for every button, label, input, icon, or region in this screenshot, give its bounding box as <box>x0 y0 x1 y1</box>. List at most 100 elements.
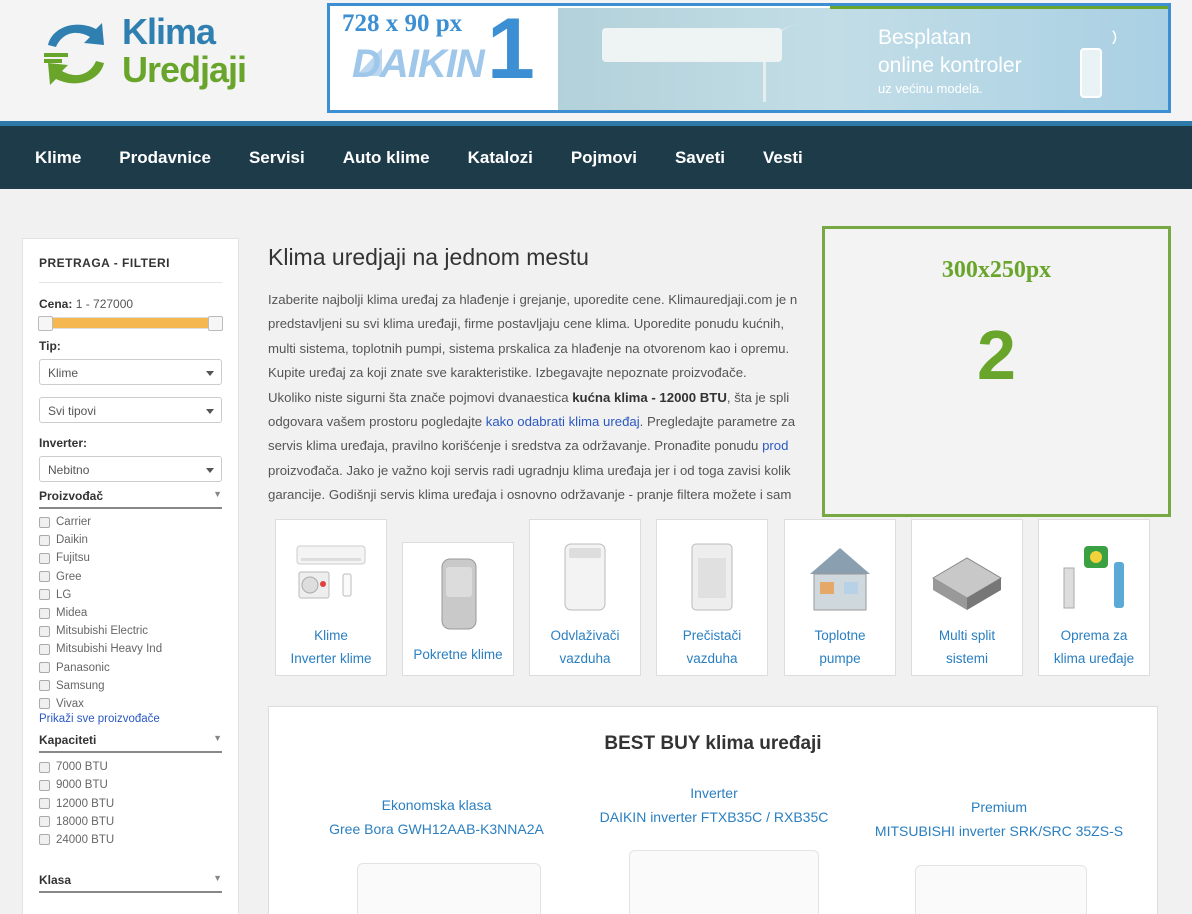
checkbox-lg[interactable]: LG <box>39 586 222 604</box>
price-range-value: 1 - 727000 <box>75 297 134 311</box>
capacity-list: 7000 BTU 9000 BTU 12000 BTU 18000 BTU 24… <box>39 758 222 849</box>
checkbox-mitsubishi-electric[interactable]: Mitsubishi Electric <box>39 622 222 640</box>
category-klime[interactable]: Klime Inverter klime <box>275 519 387 676</box>
product-image-gree[interactable] <box>357 863 541 914</box>
checkbox-18000[interactable]: 18000 BTU <box>39 813 222 831</box>
category-toplotne-pumpe[interactable]: Toplotne pumpe <box>784 519 896 676</box>
checkbox-12000[interactable]: 12000 BTU <box>39 794 222 812</box>
side-banner-ad[interactable]: 300x250px 2 <box>822 226 1171 517</box>
checkbox-box[interactable] <box>39 516 50 528</box>
category-oprema[interactable]: Oprema za klima uređaje <box>1038 519 1150 676</box>
checkbox-label: Vivax <box>56 697 84 710</box>
checkbox-box[interactable] <box>39 798 50 810</box>
air-purifier-icon <box>691 543 733 611</box>
nav-item-servisi[interactable]: Servisi <box>230 148 324 168</box>
category-precistaci[interactable]: Prečistači vazduha <box>656 519 768 676</box>
checkbox-box[interactable] <box>39 552 50 564</box>
nav-item-katalozi[interactable]: Katalozi <box>449 148 552 168</box>
product-image-daikin[interactable] <box>629 850 819 914</box>
checkbox-box[interactable] <box>39 662 50 674</box>
product-name[interactable]: Gree Bora GWH12AAB-K3NNA2A <box>309 817 564 841</box>
category-odvlazivaci[interactable]: Odvlaživači vazduha <box>529 519 641 676</box>
manufacturer-list: Carrier Daikin Fujitsu Gree LG Midea Mit… <box>39 513 222 713</box>
product-name[interactable]: MITSUBISHI inverter SRK/SRC 35ZS-S <box>849 819 1149 843</box>
intro-line: odgovara vašem prostoru pogledajte kako … <box>268 410 828 434</box>
price-slider[interactable] <box>38 316 223 331</box>
product-category: Premium <box>970 799 1027 815</box>
checkbox-9000[interactable]: 9000 BTU <box>39 776 222 794</box>
checkbox-box[interactable] <box>39 589 50 601</box>
checkbox-box[interactable] <box>39 534 50 546</box>
checkbox-label: LG <box>56 588 72 601</box>
capacity-label: Kapaciteti <box>39 733 97 748</box>
best-buy-title: BEST BUY klima uređaji <box>604 733 822 754</box>
nav-item-saveti[interactable]: Saveti <box>656 148 744 168</box>
checkbox-box[interactable] <box>39 625 50 637</box>
checkbox-mitsubishi-heavy[interactable]: Mitsubishi Heavy Ind <box>39 640 222 658</box>
price-slider-max-handle[interactable] <box>208 316 223 331</box>
nav-item-prodavnice[interactable]: Prodavnice <box>100 148 230 168</box>
checkbox-samsung[interactable]: Samsung <box>39 677 222 695</box>
class-label: Klasa <box>39 873 72 887</box>
logo-line1: Klima <box>122 11 216 52</box>
choose-ac-link[interactable]: kako odabrati klima uređaj <box>486 414 640 429</box>
checkbox-box[interactable] <box>39 643 50 655</box>
checkbox-box[interactable] <box>39 698 50 710</box>
checkbox-label: 24000 BTU <box>56 833 115 846</box>
nav-item-pojmovi[interactable]: Pojmovi <box>552 148 656 168</box>
product-name[interactable]: DAIKIN inverter FTXB35C / RXB35C <box>579 805 849 829</box>
subtype-select[interactable]: Svi tipovi <box>39 397 222 423</box>
show-all-manufacturers-link[interactable]: Prikaži sve proizvođače <box>39 713 222 725</box>
type-select[interactable]: Klime <box>39 359 222 385</box>
intro-text: Izaberite najbolji klima uređaj za hlađe… <box>268 288 828 508</box>
checkbox-box[interactable] <box>39 761 50 773</box>
checkbox-midea[interactable]: Midea <box>39 604 222 622</box>
checkbox-vivax[interactable]: Vivax <box>39 695 222 713</box>
nav-item-klime[interactable]: Klime <box>16 148 100 168</box>
ad-headline1: Besplatan <box>878 26 972 49</box>
checkbox-box[interactable] <box>39 834 50 846</box>
checkbox-box[interactable] <box>39 816 50 828</box>
class-group-header[interactable]: Klasa ▼ <box>39 873 222 893</box>
checkbox-fujitsu[interactable]: Fujitsu <box>39 549 222 567</box>
product-category: Ekonomska klasa <box>381 797 492 813</box>
checkbox-daikin[interactable]: Daikin <box>39 531 222 549</box>
product-card-economy[interactable]: Ekonomska klasa Gree Bora GWH12AAB-K3NNA… <box>309 793 564 841</box>
checkbox-24000[interactable]: 24000 BTU <box>39 831 222 849</box>
price-slider-min-handle[interactable] <box>38 316 53 331</box>
category-multi-split[interactable]: Multi split sistemi <box>911 519 1023 676</box>
checkbox-box[interactable] <box>39 779 50 791</box>
intro-text-span: . Pregledajte parametre za <box>639 414 796 430</box>
main-nav: Klime Prodavnice Servisi Auto klime Kata… <box>0 121 1192 189</box>
checkbox-7000[interactable]: 7000 BTU <box>39 758 222 776</box>
nav-item-auto-klime[interactable]: Auto klime <box>324 148 449 168</box>
checkbox-gree[interactable]: Gree <box>39 568 222 586</box>
category-pokretne[interactable]: Pokretne klime <box>402 542 514 676</box>
checkbox-box[interactable] <box>39 607 50 619</box>
category-label-2: Inverter klime <box>290 651 372 666</box>
multi-split-icon <box>932 557 1002 610</box>
shops-link[interactable]: prod <box>762 438 788 453</box>
nav-item-vesti[interactable]: Vesti <box>744 148 822 168</box>
product-image-mitsubishi[interactable] <box>915 865 1087 914</box>
category-label-2: Pokretne klime <box>413 647 503 662</box>
checkbox-label: 18000 BTU <box>56 815 115 828</box>
product-card-premium[interactable]: Premium MITSUBISHI inverter SRK/SRC 35ZS… <box>849 795 1149 843</box>
checkbox-carrier[interactable]: Carrier <box>39 513 222 531</box>
chevron-down-icon: ▼ <box>213 733 222 744</box>
manufacturer-group-header[interactable]: Proizvođač ▼ <box>39 489 222 509</box>
checkbox-box[interactable] <box>39 680 50 692</box>
top-banner-ad[interactable]: 728 x 90 px 1 DAIKIN Besplatan online ko… <box>327 3 1171 113</box>
category-label-1: Toplotne <box>814 628 866 643</box>
category-label-2: pumpe <box>819 651 861 666</box>
product-card-inverter[interactable]: Inverter DAIKIN inverter FTXB35C / RXB35… <box>579 781 849 829</box>
checkbox-label: Mitsubishi Electric <box>56 625 149 638</box>
checkbox-panasonic[interactable]: Panasonic <box>39 659 222 677</box>
inverter-select[interactable]: Nebitno <box>39 456 222 482</box>
checkbox-box[interactable] <box>39 571 50 583</box>
intro-line: Ukoliko niste sigurni šta znače pojmovi … <box>268 386 828 410</box>
page-title: Klima uredjaji na jednom mestu <box>268 244 589 270</box>
ad-banner-image: Besplatan online kontroler uz većinu mod… <box>558 8 1168 110</box>
site-logo[interactable]: Klima Uredjaji <box>40 13 270 103</box>
capacity-group-header[interactable]: Kapaciteti ▼ <box>39 733 222 754</box>
